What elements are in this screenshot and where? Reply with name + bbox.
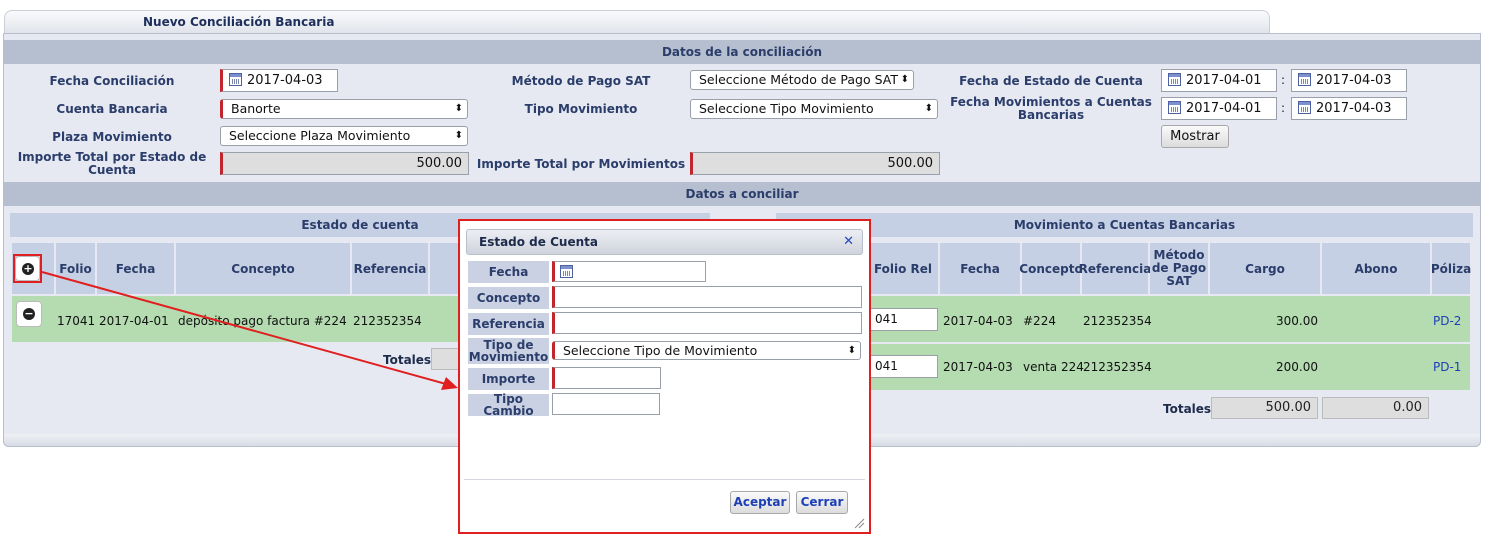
dialog-title: Estado de Cuenta [479, 235, 598, 249]
modal-importe-label: Importe [468, 368, 549, 390]
modal-referencia-label: Referencia [468, 313, 549, 335]
calendar-icon[interactable] [560, 265, 573, 278]
resize-handle-icon[interactable] [853, 517, 865, 529]
cerrar-button[interactable]: Cerrar [796, 491, 848, 514]
modal-tipo-label: Tipo de Movimiento [468, 338, 549, 364]
dialog-divider [464, 479, 865, 480]
modal-tipo-cambio-input[interactable] [552, 393, 660, 415]
modal-tipo-cambio-label: Tipo Cambio [468, 393, 549, 417]
select-arrows-icon: ⬍ [847, 345, 856, 356]
dialog-header[interactable]: Estado de Cuenta ✕ [466, 229, 863, 255]
modal-importe-input[interactable] [552, 367, 661, 389]
aceptar-button[interactable]: Aceptar [730, 491, 790, 514]
modal-concepto-label: Concepto [468, 287, 549, 309]
modal-referencia-input[interactable] [552, 312, 862, 334]
estado-cuenta-dialog: Estado de Cuenta ✕ Fecha Concepto Refere… [458, 219, 871, 534]
modal-concepto-input[interactable] [552, 286, 862, 308]
modal-tipo-select[interactable]: Seleccione Tipo de Movimiento ⬍ [552, 341, 861, 360]
modal-fecha-label: Fecha [468, 261, 549, 283]
modal-fecha-input[interactable] [552, 261, 706, 282]
close-icon[interactable]: ✕ [843, 234, 854, 249]
